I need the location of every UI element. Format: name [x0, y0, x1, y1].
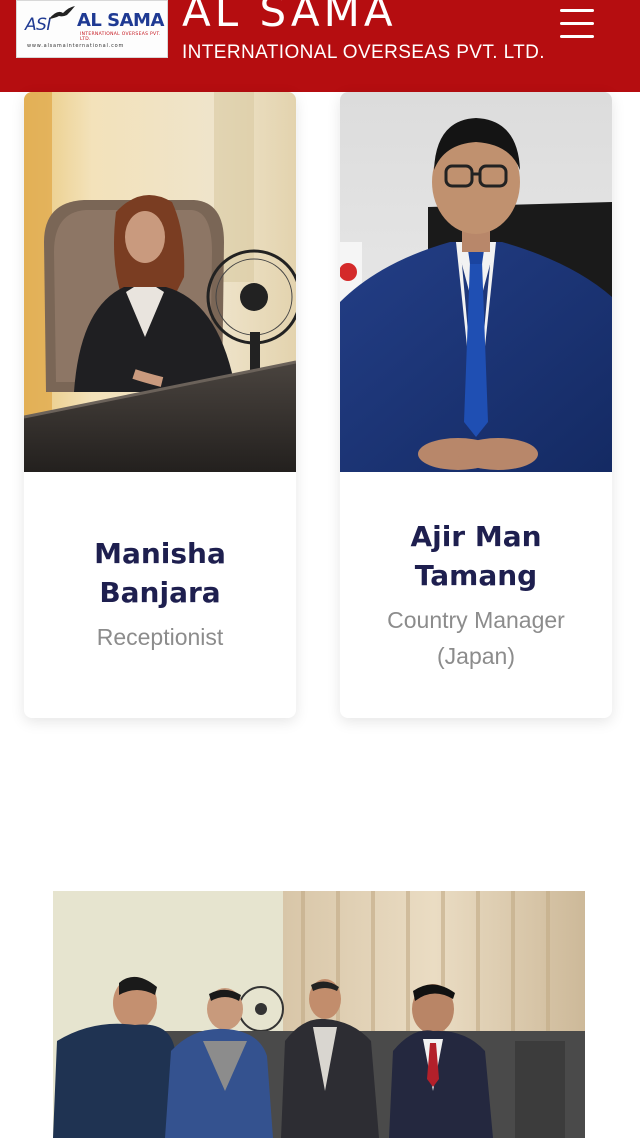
team-member-name-line1: Ajir Man — [410, 520, 542, 553]
hamburger-menu-icon-bar — [560, 35, 594, 38]
hamburger-menu-icon-bar — [560, 22, 594, 25]
team-member-name-line2: Tamang — [414, 559, 538, 592]
logo-subtitle-text: INTERNATIONAL OVERSEAS PVT. LTD. — [80, 32, 161, 42]
hamburger-menu-icon — [560, 9, 594, 12]
team-member-photo — [340, 92, 612, 472]
meeting-room-photo — [53, 891, 585, 1138]
brand-subtitle: INTERNATIONAL OVERSEAS PVT. LTD. — [182, 42, 545, 63]
office-photo-country-manager — [340, 92, 612, 472]
logo-website-text: www.alsamainternational.com — [27, 43, 125, 49]
office-photo-receptionist — [24, 92, 296, 472]
team-member-role: Receptionist — [96, 624, 224, 650]
logo-name-text: AL SAMA — [77, 10, 164, 31]
team-member-card: Ajir Man Tamang Country Manager (Japan) — [340, 92, 612, 718]
team-member-role-line1: Country Manager — [387, 607, 565, 633]
group-meeting-photo — [53, 891, 585, 1138]
eagle-logo-icon — [49, 6, 75, 19]
company-logo[interactable]: ASI AL SAMA INTERNATIONAL OVERSEAS PVT. … — [16, 0, 168, 58]
team-member-photo — [24, 92, 296, 472]
hamburger-menu-button[interactable] — [556, 6, 600, 42]
team-member-role-line2: (Japan) — [437, 643, 515, 669]
team-member-name-line1: Manisha — [94, 537, 226, 570]
team-member-card: Manisha Banjara Receptionist — [24, 92, 296, 718]
site-header: ASI AL SAMA INTERNATIONAL OVERSEAS PVT. … — [0, 0, 640, 92]
brand-title: AL SAMA — [182, 0, 397, 36]
team-member-name-line2: Banjara — [99, 576, 221, 609]
